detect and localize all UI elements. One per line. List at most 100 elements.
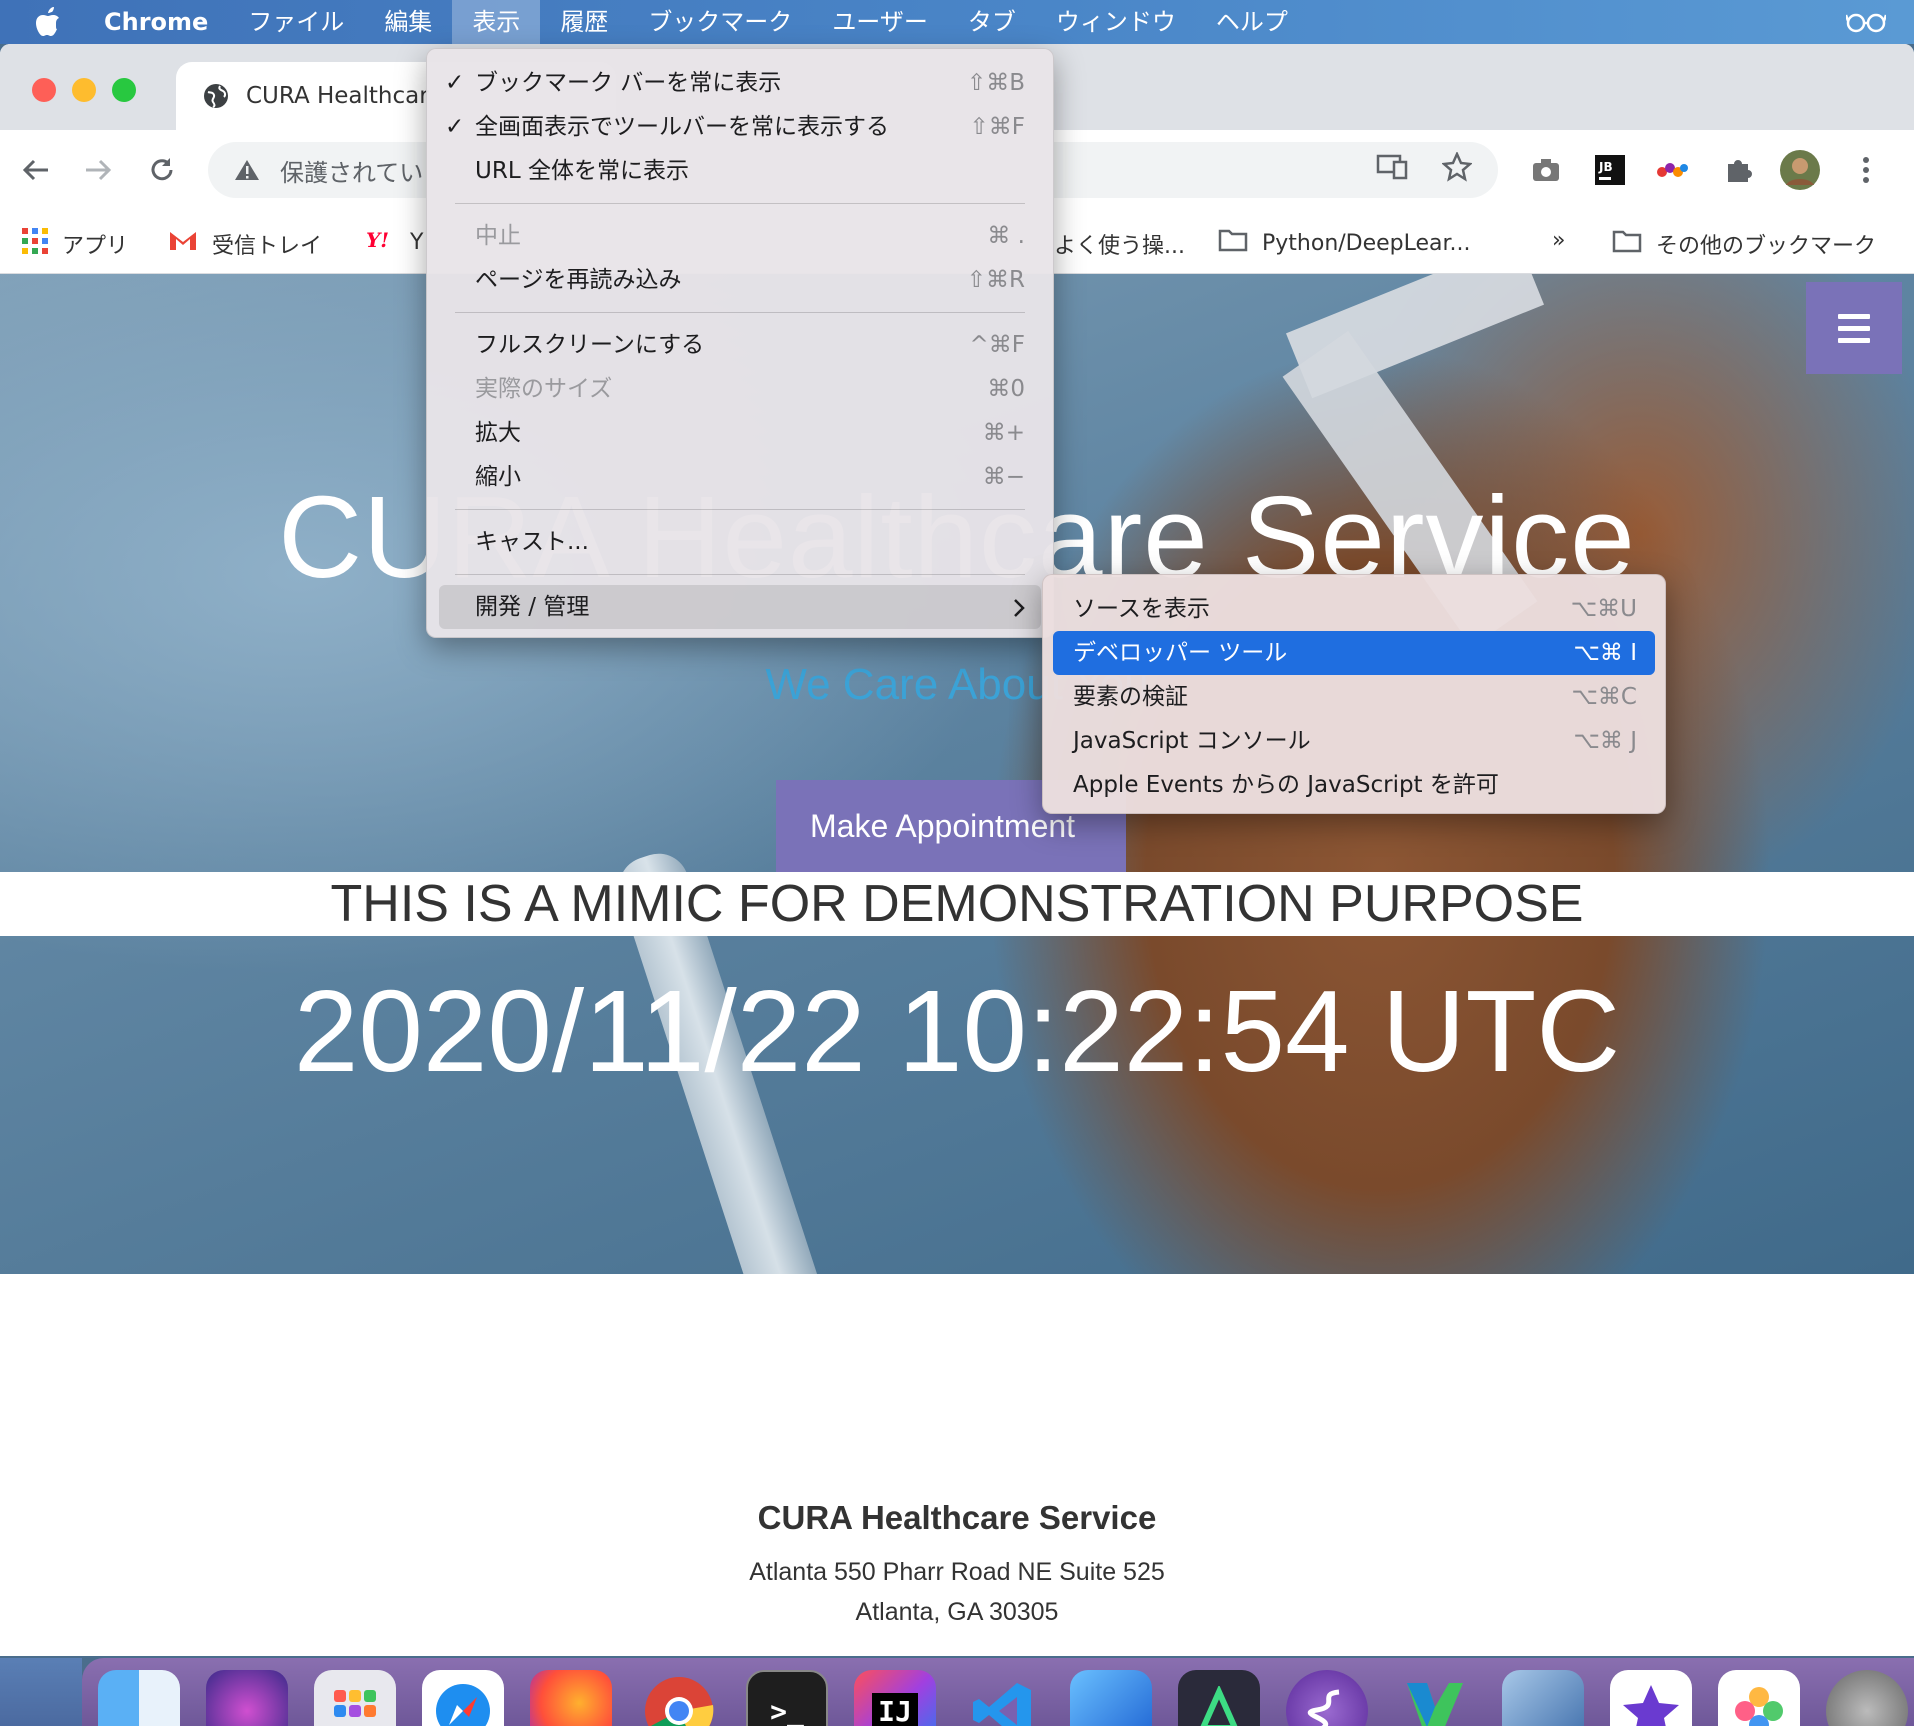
- menu-item-zoom-out[interactable]: 縮小 ⌘−: [427, 455, 1053, 499]
- menu-item-developer[interactable]: 開発 / 管理: [439, 585, 1041, 629]
- menu-item-fullscreen[interactable]: フルスクリーンにする ^⌘F: [427, 323, 1053, 367]
- yahoo-icon: Y!: [366, 228, 396, 256]
- menu-item-always-show-bookmarks-bar[interactable]: ✓ ブックマーク バーを常に表示 ⇧⌘B: [427, 61, 1053, 105]
- menu-chrome[interactable]: Chrome: [96, 0, 228, 44]
- safari-icon[interactable]: [422, 1670, 504, 1726]
- menu-item-inspect-elements[interactable]: 要素の検証 ⌥⌘C: [1043, 675, 1665, 719]
- footer-company-name: CURA Healthcare Service: [757, 1499, 1157, 1536]
- vscode-icon[interactable]: [962, 1670, 1044, 1726]
- menu-item-label: 実際のサイズ: [475, 376, 613, 402]
- bookmark-gmail[interactable]: 受信トレイ: [168, 228, 322, 260]
- svg-text:Y!: Y!: [366, 228, 389, 250]
- timestamp: 2020/11/22 10:22:54 UTC: [293, 966, 1621, 1096]
- bookmark-overflow-chevron[interactable]: »: [1552, 228, 1565, 253]
- terminal-icon[interactable]: >_: [746, 1670, 828, 1726]
- menu-item-view-source[interactable]: ソースを表示 ⌥⌘U: [1043, 587, 1665, 631]
- intellij-icon[interactable]: IJ: [854, 1670, 936, 1726]
- menu-item-cast[interactable]: キャスト...: [427, 520, 1053, 564]
- menu-file[interactable]: ファイル: [228, 0, 364, 44]
- xcode-beta-icon[interactable]: [1070, 1670, 1152, 1726]
- footer-address-line1: Atlanta 550 Pharr Road NE Suite 525: [749, 1558, 1165, 1586]
- install-app-icon[interactable]: [1376, 152, 1408, 188]
- menu-item-shortcut: ⌘ .: [987, 223, 1025, 249]
- reading-glasses-icon[interactable]: [1846, 11, 1914, 33]
- tab-title: CURA Healthcar: [246, 83, 429, 109]
- menu-item-zoom-in[interactable]: 拡大 ⌘+: [427, 411, 1053, 455]
- menu-item-always-show-full-url[interactable]: URL 全体を常に表示: [427, 149, 1053, 193]
- footer-address-line2: Atlanta, GA 30305: [855, 1598, 1059, 1626]
- menu-item-label: ページを再読み込み: [475, 267, 682, 293]
- menu-item-label: デベロッパー ツール: [1073, 640, 1288, 666]
- menu-item-shortcut: ⇧⌘F: [969, 114, 1025, 140]
- menu-item-label: JavaScript コンソール: [1073, 728, 1311, 754]
- imovie-icon[interactable]: [1610, 1670, 1692, 1726]
- bookmark-star-icon[interactable]: [1441, 150, 1473, 188]
- window-minimize-button[interactable]: [72, 78, 96, 102]
- siri-icon[interactable]: [206, 1670, 288, 1726]
- menu-item-label: 全画面表示でツールバーを常に表示する: [475, 114, 889, 140]
- profile-avatar[interactable]: [1778, 148, 1822, 192]
- menu-item-label: フルスクリーンにする: [475, 332, 705, 358]
- chrome-menu-icon[interactable]: [1844, 148, 1888, 192]
- menu-history[interactable]: 履歴: [540, 0, 628, 44]
- menu-window[interactable]: ウィンドウ: [1036, 0, 1196, 44]
- menu-item-label: ソースを表示: [1073, 596, 1210, 622]
- apple-menu-icon[interactable]: [0, 7, 96, 37]
- window-close-button[interactable]: [32, 78, 56, 102]
- photos-icon[interactable]: [1718, 1670, 1800, 1726]
- bookmark-frequent[interactable]: よく使う操...: [1054, 228, 1185, 260]
- colorful-extension-icon[interactable]: [1650, 148, 1694, 192]
- bookmark-folder-python[interactable]: Python/DeepLear...: [1218, 228, 1471, 258]
- finder-icon[interactable]: [98, 1670, 180, 1726]
- firefox-icon[interactable]: [530, 1670, 612, 1726]
- jetbrains-extension-icon[interactable]: JB: [1588, 148, 1632, 192]
- menu-item-always-show-toolbar-fullscreen[interactable]: ✓ 全画面表示でツールバーを常に表示する ⇧⌘F: [427, 105, 1053, 149]
- window-zoom-button[interactable]: [112, 78, 136, 102]
- bookmark-apps[interactable]: アプリ: [22, 228, 128, 260]
- checkmark-icon: ✓: [445, 114, 465, 140]
- reload-icon[interactable]: [140, 148, 184, 192]
- hamburger-menu-icon[interactable]: [1806, 282, 1902, 374]
- globe-icon: [202, 82, 230, 110]
- menu-item-shortcut: ⌥⌘ J: [1573, 728, 1637, 754]
- bookmark-gmail-label: 受信トレイ: [212, 234, 323, 259]
- bookmark-folder-other[interactable]: その他のブックマーク: [1612, 228, 1876, 260]
- menu-item-javascript-console[interactable]: JavaScript コンソール ⌥⌘ J: [1043, 719, 1665, 763]
- menu-separator: [455, 509, 1025, 510]
- bookmark-other-label: その他のブックマーク: [1656, 234, 1877, 259]
- bookmark-apps-label: アプリ: [62, 234, 129, 259]
- emacs-icon[interactable]: [1286, 1670, 1368, 1726]
- menu-item-shortcut: ⌘0: [987, 376, 1025, 402]
- android-studio-icon[interactable]: [1178, 1670, 1260, 1726]
- chrome-icon[interactable]: [638, 1670, 720, 1726]
- menu-tab[interactable]: タブ: [948, 0, 1036, 44]
- menu-item-developer-tools[interactable]: デベロッパー ツール ⌥⌘ I: [1053, 631, 1655, 675]
- menu-edit[interactable]: 編集: [364, 0, 452, 44]
- warning-triangle-icon[interactable]: [234, 158, 260, 182]
- menu-help[interactable]: ヘルプ: [1196, 0, 1308, 44]
- security-status-text: 保護されてい: [280, 158, 424, 187]
- system-preferences-icon[interactable]: [1826, 1670, 1908, 1726]
- menu-view[interactable]: 表示: [452, 0, 541, 44]
- menu-item-label: 開発 / 管理: [475, 594, 590, 620]
- menu-bookmarks[interactable]: ブックマーク: [628, 0, 812, 44]
- menu-item-allow-apple-events-js[interactable]: Apple Events からの JavaScript を許可: [1043, 763, 1665, 807]
- menu-item-label: URL 全体を常に表示: [475, 158, 689, 184]
- bookmark-yahoo[interactable]: Y! Y: [366, 228, 423, 256]
- vim-icon[interactable]: [1394, 1670, 1476, 1726]
- forward-arrow-icon[interactable]: [76, 148, 120, 192]
- chevron-right-icon: [1013, 585, 1025, 629]
- back-arrow-icon[interactable]: [14, 148, 58, 192]
- virtualbox-icon[interactable]: [1502, 1670, 1584, 1726]
- checkmark-icon: ✓: [445, 70, 465, 96]
- menu-item-label: ブックマーク バーを常に表示: [475, 70, 782, 96]
- screenshot-extension-icon[interactable]: [1524, 148, 1568, 192]
- menu-item-label: 中止: [475, 223, 521, 249]
- launchpad-icon[interactable]: [314, 1670, 396, 1726]
- menu-separator: [455, 203, 1025, 204]
- extensions-puzzle-icon[interactable]: [1716, 148, 1760, 192]
- menu-user[interactable]: ユーザー: [812, 0, 948, 44]
- apps-grid-icon: [22, 228, 48, 260]
- menu-item-reload[interactable]: ページを再読み込み ⇧⌘R: [427, 258, 1053, 302]
- menu-item-shortcut: ^⌘F: [969, 332, 1025, 358]
